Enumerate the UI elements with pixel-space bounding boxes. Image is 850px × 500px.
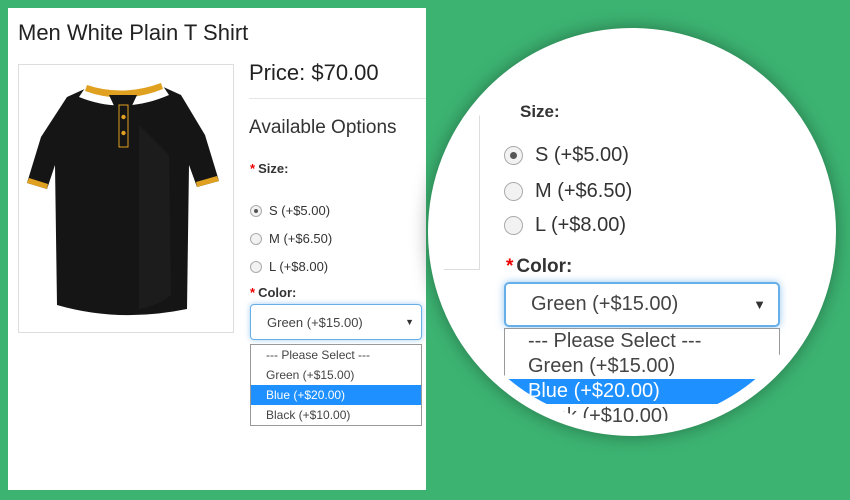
color-select[interactable]: Green (+$15.00) ▼: [250, 304, 422, 340]
color-option-placeholder[interactable]: --- Please Select ---: [251, 345, 421, 365]
magnified-option-blue: Blue (+$20.00): [505, 379, 779, 404]
color-dropdown-list[interactable]: --- Please Select --- Green (+$15.00) Bl…: [250, 344, 422, 426]
size-label: * Size:: [250, 161, 289, 176]
product-panel: Men White Plain T Shirt Price: $70.00 Av…: [8, 8, 426, 490]
product-price: Price: $70.00: [249, 60, 379, 85]
available-options-heading: Available Options: [249, 117, 397, 138]
radio-button: [504, 216, 523, 235]
polo-shirt-image: [27, 83, 219, 316]
size-option-label: M (+$6.50): [269, 231, 333, 246]
size-option-m[interactable]: M (+$6.50): [250, 231, 332, 246]
color-option-green[interactable]: Green (+$15.00): [251, 365, 421, 385]
magnified-size-option-label: L (+$8.00): [535, 214, 626, 236]
color-label: * Color:: [250, 285, 297, 300]
color-option-blue[interactable]: Blue (+$20.00): [251, 385, 421, 405]
radio-button-checked: [504, 146, 523, 165]
magnified-dropdown-list: --- Please Select --- Green (+$15.00) Bl…: [504, 328, 780, 427]
magnified-color-label: * Color:: [506, 256, 573, 277]
magnified-option-green: Green (+$15.00): [528, 355, 676, 377]
radio-button[interactable]: [250, 232, 262, 245]
radio-button-checked[interactable]: [250, 204, 262, 217]
product-title: Men White Plain T Shirt: [18, 20, 249, 45]
magnified-select-value: Green (+$15.00): [531, 293, 679, 315]
magnified-color-select: Green (+$15.00) ▼: [504, 282, 780, 327]
magnified-size-option-m: M (+$6.50): [504, 180, 632, 203]
size-option-label: L (+$8.00): [269, 259, 329, 274]
magnified-option-black: Black (+$10.00): [528, 405, 669, 427]
magnified-size-label: Size:: [520, 102, 560, 121]
size-option-label: S (+$5.00): [269, 203, 331, 218]
magnified-size-option-label: S (+$5.00): [535, 144, 629, 166]
divider: [249, 98, 426, 99]
required-mark: *: [250, 285, 256, 300]
color-select-value: Green (+$15.00): [267, 314, 363, 330]
magnifier-circle: Size: S (+$5.00) M (+$6.50) L (+$8.00) *…: [428, 28, 836, 436]
radio-button: [504, 182, 523, 201]
required-mark: *: [250, 161, 256, 176]
radio-button[interactable]: [250, 260, 262, 273]
color-option-black[interactable]: Black (+$10.00): [251, 405, 421, 425]
magnified-size-option-label: M (+$6.50): [535, 180, 633, 202]
chevron-down-icon[interactable]: ▼: [405, 317, 414, 327]
image-frame-edge: [440, 100, 480, 270]
size-option-l[interactable]: L (+$8.00): [250, 259, 328, 274]
product-image: [18, 64, 234, 333]
chevron-down-icon: ▼: [753, 297, 766, 312]
magnified-size-option-l: L (+$8.00): [504, 214, 626, 237]
magnified-size-option-s: S (+$5.00): [504, 144, 629, 167]
required-mark: *: [506, 256, 514, 277]
magnified-option-placeholder: --- Please Select ---: [528, 330, 702, 352]
size-option-s[interactable]: S (+$5.00): [250, 203, 330, 218]
